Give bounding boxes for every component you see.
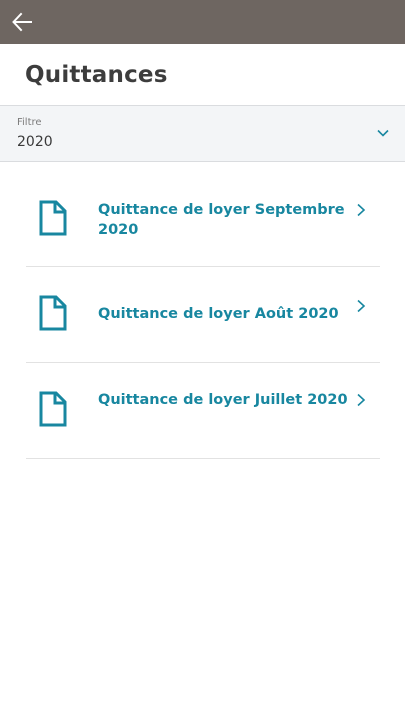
receipt-item-july[interactable]: Quittance de loyer Juillet 2020 (26, 363, 380, 459)
receipt-list: Quittance de loyer Septembre 2020 Quitta… (26, 171, 380, 459)
back-button[interactable] (0, 0, 44, 44)
app-screen: Quittances Filtre 2020 Quittance de loye… (0, 0, 405, 720)
document-icon (39, 200, 67, 236)
page-title: Quittances (25, 62, 168, 88)
chevron-down-icon (377, 129, 389, 137)
chevron-right-icon (357, 203, 366, 217)
receipt-item-label: Quittance de loyer Septembre 2020 (98, 202, 345, 238)
top-bar (0, 0, 405, 44)
chevron-right-icon (357, 299, 366, 313)
arrow-left-icon (12, 12, 32, 32)
receipt-item-label: Quittance de loyer Juillet 2020 (98, 392, 348, 408)
document-icon (39, 391, 67, 427)
chevron-right-icon (357, 393, 366, 407)
receipt-item-august[interactable]: Quittance de loyer Août 2020 (26, 267, 380, 363)
receipt-item-september[interactable]: Quittance de loyer Septembre 2020 (26, 171, 380, 267)
filter-label: Filtre (17, 117, 42, 128)
document-icon (39, 295, 67, 331)
filter-select[interactable]: Filtre 2020 (0, 105, 405, 162)
receipt-item-label: Quittance de loyer Août 2020 (98, 306, 339, 322)
filter-value: 2020 (17, 134, 53, 150)
